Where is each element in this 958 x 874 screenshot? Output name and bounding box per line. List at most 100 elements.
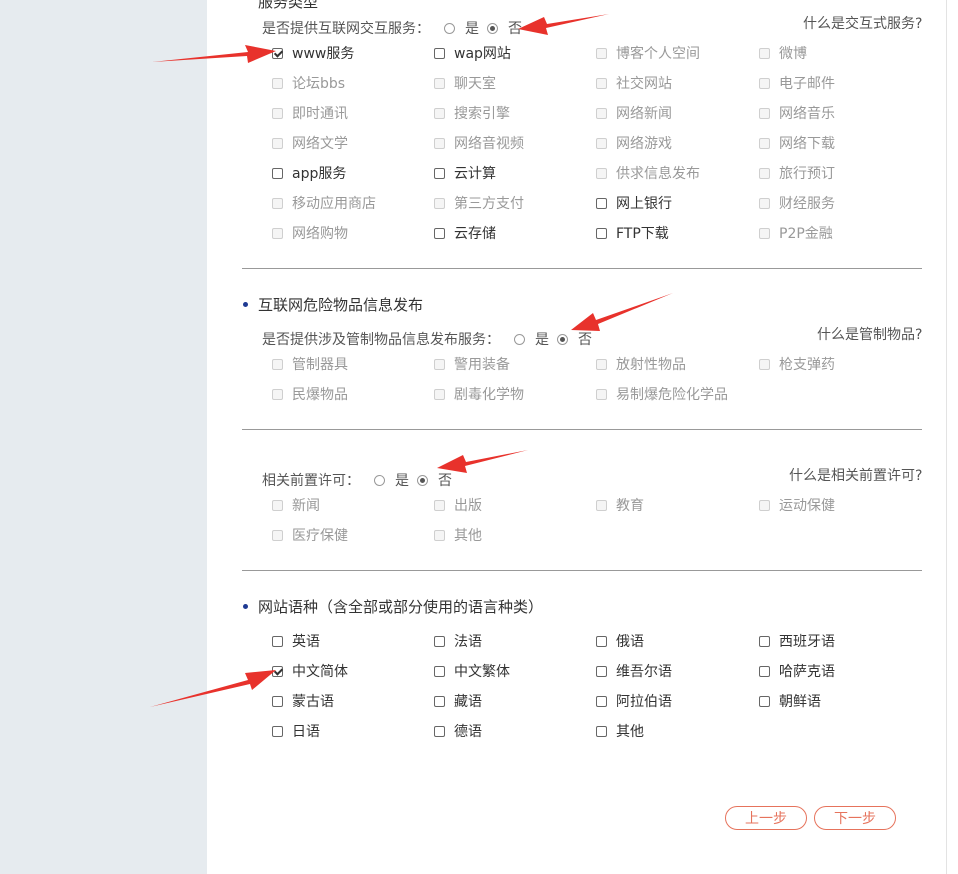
checkbox-option: 博客个人空间 [596, 43, 700, 63]
languages-section-title: 网站语种（含全部或部分使用的语言种类） [243, 596, 543, 617]
prev-step-button[interactable]: 上一步 [725, 806, 807, 830]
radio-yes[interactable] [374, 474, 385, 486]
checkbox-option: 搜索引擎 [434, 103, 510, 123]
checkbox[interactable] [596, 635, 607, 647]
checkbox[interactable] [434, 227, 445, 239]
checkbox-option: 管制器具 [272, 354, 348, 374]
checkbox-option[interactable]: 哈萨克语 [759, 661, 835, 681]
checkbox[interactable] [434, 695, 445, 707]
radio-no[interactable] [417, 474, 428, 486]
pre-approval-no-option[interactable]: 否 [417, 470, 452, 490]
annotation-arrow-icon [518, 14, 609, 35]
checkbox[interactable] [272, 725, 283, 737]
pre-approval-help-link[interactable]: 什么是相关前置许可? [789, 465, 922, 485]
checkbox [434, 529, 445, 541]
checkbox-label: 英语 [292, 634, 320, 650]
checkbox-label: 网络文学 [292, 136, 348, 152]
dangerous-goods-no-option[interactable]: 否 [557, 329, 592, 349]
radio-yes[interactable] [444, 22, 455, 34]
checkbox-option[interactable]: 云存储 [434, 223, 496, 243]
checkbox-option: 微博 [759, 43, 807, 63]
checkbox[interactable] [759, 635, 770, 647]
checkbox-option[interactable]: wap网站 [434, 43, 511, 63]
checkbox-label: 博客个人空间 [616, 46, 700, 62]
checkbox[interactable] [434, 665, 445, 677]
checkbox-option[interactable]: 藏语 [434, 691, 482, 711]
checkbox [272, 358, 283, 370]
checkbox [596, 77, 607, 89]
checkbox-option[interactable]: 云计算 [434, 163, 496, 183]
checkbox[interactable] [596, 665, 607, 677]
checkbox-checked[interactable] [272, 47, 283, 59]
bullet-icon [243, 302, 248, 307]
checkbox[interactable] [596, 695, 607, 707]
checkbox-label: 网上银行 [616, 196, 672, 212]
checkbox-option[interactable]: 日语 [272, 721, 320, 741]
checkbox[interactable] [596, 197, 607, 209]
checkbox-option[interactable]: 蒙古语 [272, 691, 334, 711]
checkbox[interactable] [759, 695, 770, 707]
checkbox-option[interactable]: 德语 [434, 721, 482, 741]
checkbox-option[interactable]: 西班牙语 [759, 631, 835, 651]
checkbox[interactable] [272, 635, 283, 647]
checkbox-label: 朝鲜语 [779, 694, 821, 710]
checkbox-label: 阿拉伯语 [616, 694, 672, 710]
checkbox[interactable] [434, 725, 445, 737]
checkbox-label: 即时通讯 [292, 106, 348, 122]
left-sidebar-panel [0, 0, 207, 874]
checkbox-option[interactable]: 朝鲜语 [759, 691, 821, 711]
checkbox-label: 易制爆危险化学品 [616, 387, 728, 403]
checkbox-option[interactable]: 网上银行 [596, 193, 672, 213]
interactive-service-yes-option[interactable]: 是 [444, 18, 479, 38]
dangerous-goods-section-title: 互联网危险物品信息发布 [243, 294, 423, 315]
checkbox[interactable] [272, 167, 283, 179]
checkbox [596, 107, 607, 119]
checkbox-option[interactable]: 中文繁体 [434, 661, 510, 681]
checkbox-label: 藏语 [454, 694, 482, 710]
checkbox-label: 蒙古语 [292, 694, 334, 710]
checkbox-label: P2P金融 [779, 226, 833, 242]
checkbox-label: 新闻 [292, 498, 320, 514]
next-step-button[interactable]: 下一步 [814, 806, 896, 830]
checkbox[interactable] [596, 725, 607, 737]
checkbox-label: 管制器具 [292, 357, 348, 373]
radio-no[interactable] [557, 333, 568, 345]
checkbox-checked[interactable] [272, 665, 283, 677]
checkbox-label: wap网站 [454, 46, 511, 62]
radio-yes[interactable] [514, 333, 525, 345]
checkbox[interactable] [596, 227, 607, 239]
checkbox-option[interactable]: app服务 [272, 163, 346, 183]
checkbox [272, 499, 283, 511]
checkbox[interactable] [434, 47, 445, 59]
pre-approval-yes-option[interactable]: 是 [374, 470, 409, 490]
radio-no-label: 否 [578, 332, 592, 348]
checkbox-option[interactable]: 俄语 [596, 631, 644, 651]
checkbox-option[interactable]: 法语 [434, 631, 482, 651]
checkbox-option[interactable]: FTP下载 [596, 223, 669, 243]
checkbox[interactable] [272, 695, 283, 707]
interactive-service-label: 是否提供互联网交互服务： [262, 21, 430, 37]
checkbox-option: 教育 [596, 495, 644, 515]
interactive-service-no-option[interactable]: 否 [487, 18, 522, 38]
radio-no[interactable] [487, 22, 498, 34]
checkbox-option[interactable]: www服务 [272, 43, 354, 63]
checkbox-option: 民爆物品 [272, 384, 348, 404]
checkbox [434, 107, 445, 119]
checkbox[interactable] [434, 635, 445, 647]
checkbox-option: 出版 [434, 495, 482, 515]
interactive-service-help-link[interactable]: 什么是交互式服务? [803, 13, 922, 33]
checkbox-option: 新闻 [272, 495, 320, 515]
checkbox-option[interactable]: 其他 [596, 721, 644, 741]
checkbox-option[interactable]: 中文简体 [272, 661, 348, 681]
checkbox[interactable] [434, 167, 445, 179]
dangerous-goods-help-link[interactable]: 什么是管制物品? [817, 324, 922, 344]
checkbox-option: 社交网站 [596, 73, 672, 93]
checkbox[interactable] [759, 665, 770, 677]
checkbox-label: 德语 [454, 724, 482, 740]
dangerous-goods-yes-option[interactable]: 是 [514, 329, 549, 349]
language-options: 英语 法语 俄语 西班牙语中文简体 中文繁体 维吾尔语 哈萨克语蒙古语 藏语 阿拉伯语 朝鲜语日语… [272, 631, 872, 751]
checkbox-option[interactable]: 阿拉伯语 [596, 691, 672, 711]
checkbox-option[interactable]: 英语 [272, 631, 320, 651]
checkbox-label: 其他 [454, 528, 482, 544]
checkbox-option[interactable]: 维吾尔语 [596, 661, 672, 681]
